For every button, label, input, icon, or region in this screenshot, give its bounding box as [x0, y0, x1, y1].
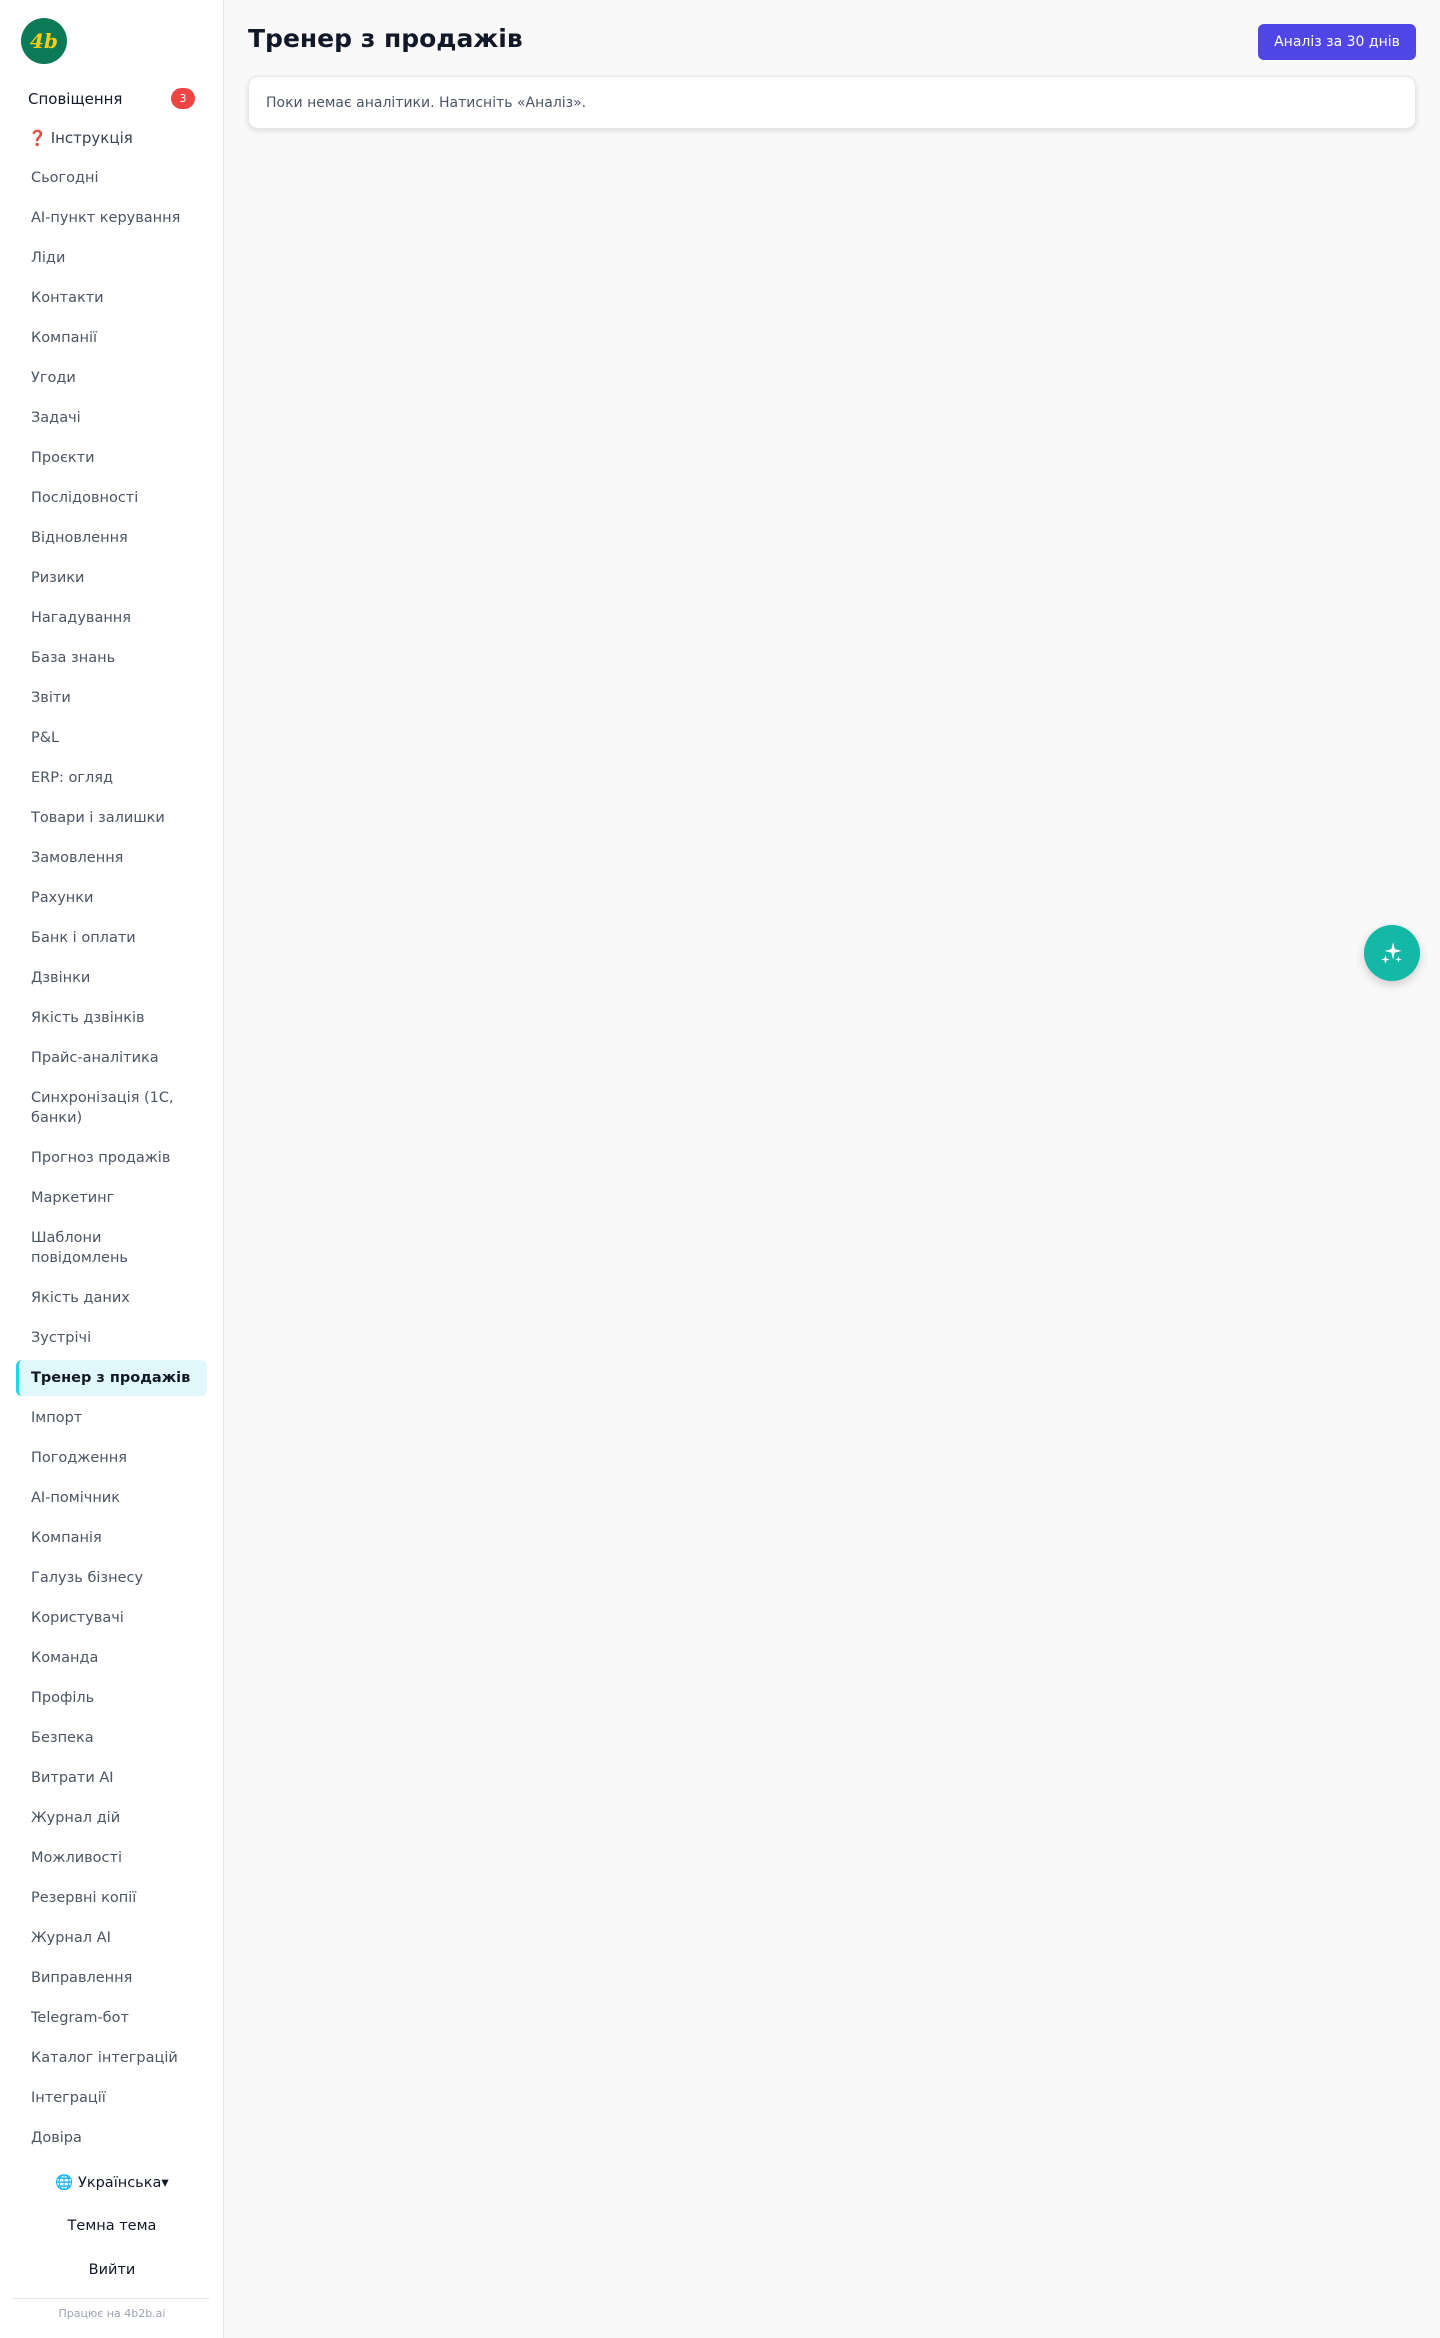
page-title: Тренер з продажів: [248, 24, 523, 53]
sidebar-item[interactable]: AI-помічник: [16, 1488, 207, 1508]
sidebar-item[interactable]: Витрати AI: [16, 1768, 207, 1788]
sidebar: 4b Сповіщення 3 ❓ Інструкція Сьогодні AI-…: [0, 0, 224, 2338]
logout-button[interactable]: Вийти: [0, 2262, 224, 2278]
sidebar-item[interactable]: Галузь бізнесу: [16, 1568, 207, 1588]
sidebar-item[interactable]: Зустрічі: [16, 1328, 207, 1348]
sidebar-item[interactable]: Рахунки: [16, 888, 207, 908]
sidebar-item[interactable]: Telegram-бот: [16, 2008, 207, 2028]
sidebar-item[interactable]: Ліди: [16, 248, 207, 268]
sidebar-item[interactable]: Компанія: [16, 1528, 207, 1548]
sidebar-item[interactable]: Якість дзвінків: [16, 1008, 207, 1028]
sidebar-item[interactable]: Погодження: [16, 1448, 207, 1468]
sidebar-item[interactable]: Замовлення: [16, 848, 207, 868]
sidebar-item[interactable]: База знань: [16, 648, 207, 668]
powered-by: Працює на 4b2b.ai: [58, 2307, 166, 2320]
sidebar-item[interactable]: Команда: [16, 1648, 207, 1668]
sidebar-item[interactable]: Задачі: [16, 408, 207, 428]
sidebar-item[interactable]: Інтеграції: [16, 2088, 207, 2108]
sidebar-item[interactable]: Резервні копії: [16, 1888, 207, 1908]
sidebar-item[interactable]: Якість даних: [16, 1288, 207, 1308]
sidebar-item[interactable]: Синхронізація (1С, банки): [16, 1088, 207, 1128]
sidebar-item[interactable]: Можливості: [16, 1848, 207, 1868]
sidebar-item[interactable]: Профіль: [16, 1688, 207, 1708]
notifications-label: Сповіщення: [28, 89, 123, 108]
sidebar-item[interactable]: Сьогодні: [16, 168, 207, 188]
analyze-30-days-button[interactable]: Аналіз за 30 днів: [1258, 24, 1416, 60]
sidebar-item[interactable]: Відновлення: [16, 528, 207, 548]
sidebar-item[interactable]: AI-пункт керування: [16, 208, 207, 228]
sidebar-item[interactable]: Компанії: [16, 328, 207, 348]
help-label: Інструкція: [50, 129, 133, 147]
sidebar-item[interactable]: Послідовності: [16, 488, 207, 508]
sidebar-item[interactable]: Нагадування: [16, 608, 207, 628]
sidebar-item[interactable]: Контакти: [16, 288, 207, 308]
sparkles-icon: [1381, 942, 1402, 964]
help-link[interactable]: ❓ Інструкція: [28, 129, 133, 147]
sidebar-item[interactable]: Тренер з продажів: [16, 1360, 207, 1396]
sidebar-item[interactable]: Проєкти: [16, 448, 207, 468]
sidebar-divider: [12, 2298, 210, 2299]
sidebar-item[interactable]: Журнал AI: [16, 1928, 207, 1948]
sidebar-item[interactable]: Прайс-аналітика: [16, 1048, 207, 1068]
brand-logo[interactable]: 4b: [21, 18, 67, 64]
sidebar-item[interactable]: Товари і залишки: [16, 808, 207, 828]
sidebar-item[interactable]: ERP: огляд: [16, 768, 207, 788]
sidebar-item[interactable]: Банк і оплати: [16, 928, 207, 948]
sidebar-item[interactable]: Виправлення: [16, 1968, 207, 1988]
sidebar-item[interactable]: Користувачі: [16, 1608, 207, 1628]
notifications-count-badge: 3: [171, 88, 195, 109]
sidebar-item[interactable]: Імпорт: [16, 1408, 207, 1428]
sidebar-item[interactable]: Каталог інтеграцій: [16, 2048, 207, 2068]
sidebar-item[interactable]: Ризики: [16, 568, 207, 588]
sidebar-item[interactable]: P&L: [16, 728, 207, 748]
sidebar-item[interactable]: Довіра: [16, 2128, 207, 2148]
dark-theme-toggle[interactable]: Темна тема: [0, 2218, 224, 2234]
analytics-empty-card: Поки немає аналітики. Натисніть «Аналіз»…: [248, 76, 1416, 129]
empty-state-text: Поки немає аналітики. Натисніть «Аналіз»…: [266, 94, 587, 111]
notifications-link[interactable]: Сповіщення 3: [28, 88, 195, 109]
sidebar-item[interactable]: Маркетинг: [16, 1188, 207, 1208]
sidebar-item[interactable]: Дзвінки: [16, 968, 207, 988]
sidebar-item[interactable]: Прогноз продажів: [16, 1148, 207, 1168]
sidebar-item[interactable]: Шаблони повідомлень: [16, 1228, 207, 1268]
question-icon: ❓: [28, 129, 47, 147]
sidebar-item[interactable]: Безпека: [16, 1728, 207, 1748]
sidebar-item[interactable]: Звіти: [16, 688, 207, 708]
language-select[interactable]: 🌐 Українська▾: [0, 2174, 224, 2191]
ai-assistant-fab[interactable]: [1364, 925, 1420, 981]
sidebar-item[interactable]: Журнал дій: [16, 1808, 207, 1828]
sidebar-nav: Сьогодні AI-пункт керування Ліди Контакти Ко…: [16, 168, 207, 2168]
sidebar-item[interactable]: Угоди: [16, 368, 207, 388]
